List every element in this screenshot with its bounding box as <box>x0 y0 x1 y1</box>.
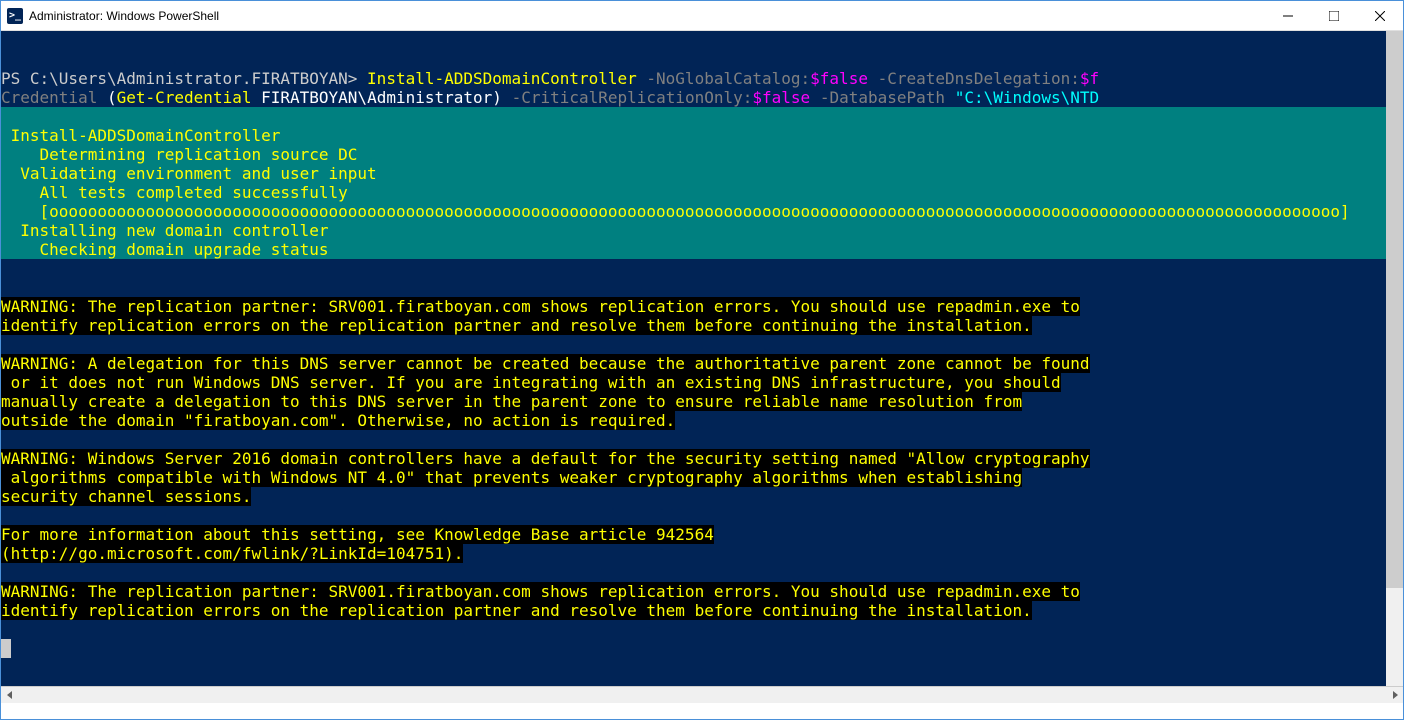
warning-line: WARNING: A delegation for this DNS serve… <box>1 354 1090 373</box>
progress-line: Installing new domain controller <box>1 221 329 240</box>
progress-block: Install-ADDSDomainController Determining… <box>1 107 1403 259</box>
close-button[interactable] <box>1357 1 1403 30</box>
terminal-area[interactable]: PS C:\Users\Administrator.FIRATBOYAN> In… <box>1 31 1403 703</box>
minimize-button[interactable] <box>1265 1 1311 30</box>
warning-line: (http://go.microsoft.com/fwlink/?LinkId=… <box>1 544 463 563</box>
prompt-text: PS C:\Users\Administrator.FIRATBOYAN> <box>1 69 367 88</box>
terminal-cursor: _ <box>1 639 11 658</box>
cmd-segment: $false <box>752 88 810 107</box>
powershell-icon: >_ <box>7 8 23 24</box>
scrollbar-track[interactable] <box>18 687 1386 703</box>
cmd-segment: FIRATBOYAN\Administrator <box>251 88 492 107</box>
progress-line: All tests completed successfully <box>1 183 348 202</box>
progress-line: [ooooooooooooooooooooooooooooooooooooooo… <box>1 202 1350 221</box>
cmd-segment: Credential <box>1 88 107 107</box>
cmd-segment: Get-Credential <box>117 88 252 107</box>
progress-line: Determining replication source DC <box>1 145 357 164</box>
warning-line: identify replication errors on the repli… <box>1 601 1032 620</box>
warning-line: identify replication errors on the repli… <box>1 316 1032 335</box>
horizontal-scrollbar[interactable] <box>1 686 1403 703</box>
progress-line: Install-ADDSDomainController <box>1 126 280 145</box>
warning-line: WARNING: The replication partner: SRV001… <box>1 297 1080 316</box>
progress-line: Validating environment and user input <box>1 164 377 183</box>
scrollbar-thumb[interactable] <box>1386 31 1403 588</box>
cmd-segment: -CreateDnsDelegation: <box>868 69 1080 88</box>
warning-line: algorithms compatible with Windows NT 4.… <box>1 468 1022 487</box>
window-titlebar[interactable]: >_ Administrator: Windows PowerShell <box>1 1 1403 31</box>
cmd-segment: Install-ADDSDomainController <box>367 69 637 88</box>
warning-line: or it does not run Windows DNS server. I… <box>1 373 1061 392</box>
warning-line: manually create a delegation to this DNS… <box>1 392 1022 411</box>
cmd-segment: ) <box>492 88 502 107</box>
warning-line: For more information about this setting,… <box>1 525 714 544</box>
vertical-scrollbar[interactable] <box>1386 31 1403 686</box>
warning-line: WARNING: The replication partner: SRV001… <box>1 582 1080 601</box>
cmd-segment: $false <box>810 69 868 88</box>
cmd-segment: $f <box>1080 69 1099 88</box>
cmd-segment: ( <box>107 88 117 107</box>
progress-line: Checking domain upgrade status <box>1 240 329 259</box>
terminal-content: PS C:\Users\Administrator.FIRATBOYAN> In… <box>1 69 1403 703</box>
warning-line: WARNING: Windows Server 2016 domain cont… <box>1 449 1090 468</box>
cmd-segment: -NoGlobalCatalog: <box>637 69 810 88</box>
maximize-button[interactable] <box>1311 1 1357 30</box>
window-title: Administrator: Windows PowerShell <box>29 9 1265 23</box>
cmd-segment: "C:\Windows\NTD <box>955 88 1100 107</box>
scroll-right-arrow[interactable] <box>1386 687 1403 704</box>
cmd-segment: -DatabasePath <box>810 88 955 107</box>
scroll-left-arrow[interactable] <box>1 687 18 704</box>
cmd-segment: -CriticalReplicationOnly: <box>502 88 752 107</box>
warning-line: security channel sessions. <box>1 487 251 506</box>
warning-line: outside the domain "firatboyan.com". Oth… <box>1 411 675 430</box>
